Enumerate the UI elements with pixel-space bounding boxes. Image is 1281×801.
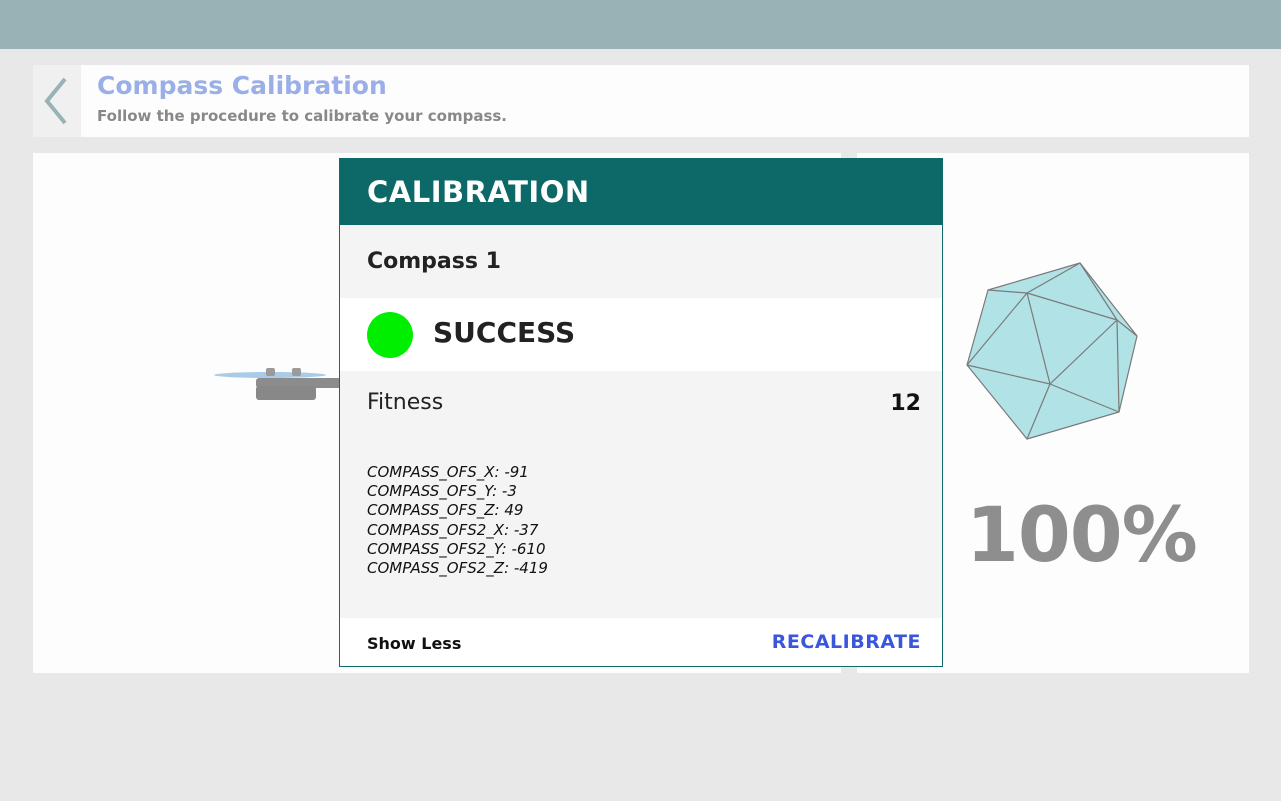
page-title: Compass Calibration: [97, 71, 387, 100]
param-item: COMPASS_OFS2_X: -37: [367, 520, 539, 539]
calibration-sphere-icon: [966, 262, 1138, 440]
status-row: SUCCESS: [340, 298, 942, 371]
chevron-left-icon: [44, 77, 67, 125]
status-text: SUCCESS: [433, 316, 576, 349]
card-footer: Show Less RECALIBRATE: [340, 618, 942, 666]
show-less-button[interactable]: Show Less: [367, 634, 461, 653]
status-indicator-icon: [367, 312, 413, 358]
recalibrate-button[interactable]: RECALIBRATE: [772, 631, 921, 653]
top-bar: [0, 0, 1281, 49]
back-button[interactable]: [33, 65, 81, 137]
param-item: COMPASS_OFS_X: -91: [367, 463, 529, 481]
fitness-value: 12: [890, 391, 921, 416]
param-item: COMPASS_OFS2_Z: -419: [367, 559, 548, 578]
card-header: CALIBRATION: [340, 159, 942, 225]
calibration-progress-percent: 100%: [966, 490, 1198, 579]
calibration-card: CALIBRATION Compass 1 SUCCESS Fitness 12…: [339, 158, 943, 667]
param-item: COMPASS_OFS_Z: 49: [367, 501, 524, 520]
page-subtitle: Follow the procedure to calibrate your c…: [97, 107, 508, 125]
card-title: CALIBRATION: [367, 175, 590, 209]
param-item: COMPASS_OFS2_Y: -610: [367, 539, 546, 558]
compass-name: Compass 1: [367, 249, 501, 274]
drone-image: [214, 368, 352, 400]
compass-row: Compass 1: [340, 225, 942, 298]
offset-params-list: COMPASS_OFS_X: -91 COMPASS_OFS_Y: -3 COM…: [367, 463, 548, 578]
param-item: COMPASS_OFS_Y: -3: [367, 482, 517, 501]
page-header: Compass Calibration Follow the procedure…: [33, 65, 1249, 137]
fitness-label: Fitness: [367, 390, 444, 415]
